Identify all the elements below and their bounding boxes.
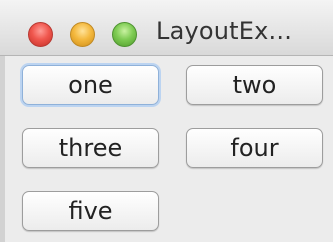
four-button[interactable]: four [186, 128, 323, 168]
one-button[interactable]: one [22, 65, 159, 105]
zoom-window-icon[interactable] [112, 22, 137, 47]
window-left-edge [0, 56, 5, 242]
app-window: LayoutEx... one two three four five [0, 0, 333, 242]
two-button[interactable]: two [186, 65, 323, 105]
three-button[interactable]: three [22, 128, 159, 168]
five-button[interactable]: five [22, 191, 159, 231]
window-title: LayoutEx... [156, 17, 293, 45]
minimize-window-icon[interactable] [70, 22, 95, 47]
title-bar[interactable]: LayoutEx... [0, 0, 333, 56]
close-window-icon[interactable] [28, 22, 53, 47]
